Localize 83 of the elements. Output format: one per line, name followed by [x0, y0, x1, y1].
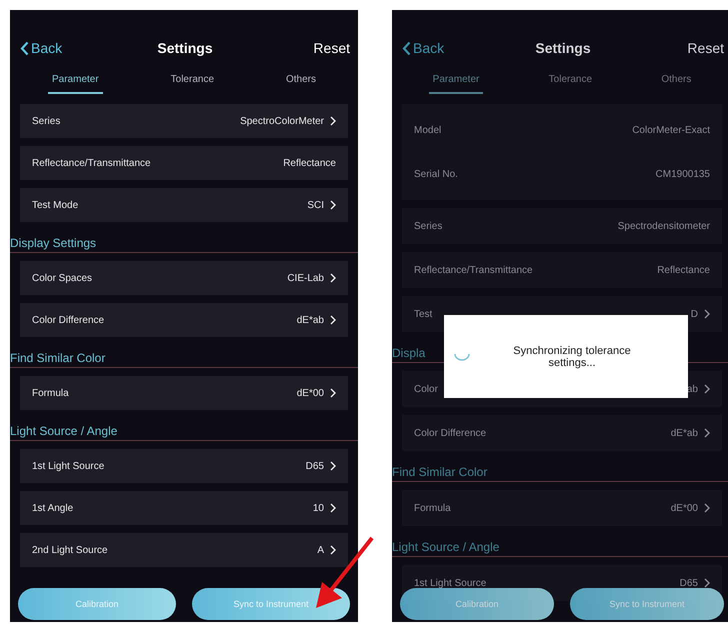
row-label: Test Mode [32, 200, 78, 210]
tab[interactable]: Others [282, 72, 320, 94]
settings-row[interactable]: Reflectance/Transmittance Reflectance [20, 146, 348, 180]
row-label: 1st Light Source [414, 578, 486, 588]
row-label: Formula [32, 388, 69, 398]
settings-row[interactable]: Color Spaces CIE-Lab [20, 261, 348, 295]
back-chevron-icon [402, 40, 411, 56]
section-heading: Find Similar Color [10, 345, 358, 368]
settings-row[interactable]: 1st Light Source D65 [20, 449, 348, 483]
row-value: Spectrodensitometer [618, 220, 710, 232]
row-label: 1st Light Source [32, 460, 104, 472]
row-label: Color Spaces [32, 272, 92, 284]
dialog-message: Synchronizing tolerance settings... [512, 344, 632, 368]
row-value: A [317, 544, 324, 556]
chevron-icon [330, 503, 336, 513]
back-chevron-icon [20, 40, 29, 56]
row-value: SpectroColorMeter [240, 116, 324, 126]
section-heading: Light Source / Angle [392, 534, 728, 557]
settings-row[interactable]: Series SpectroColorMeter [20, 104, 348, 138]
tab[interactable]: Parameter [428, 72, 484, 94]
section-heading: Display Settings [10, 230, 358, 253]
settings-row[interactable]: Formula dE*00 [402, 490, 722, 526]
settings-row[interactable]: 2nd Light Source A [20, 533, 348, 567]
tab[interactable]: Parameter [48, 72, 103, 94]
row-label: Reflectance/Transmittance [32, 158, 151, 168]
chevron-icon [704, 428, 710, 438]
row-label: Model [414, 124, 442, 136]
section-heading: Find Similar Color [392, 459, 728, 482]
row-value: Reflectance [283, 158, 336, 168]
chevron-icon [704, 503, 710, 513]
row-label: Color Difference [32, 314, 104, 326]
row-value: CIE-Lab [287, 272, 324, 284]
row-label: Reflectance/Transmittance [414, 264, 533, 276]
row-value: D65 [680, 578, 698, 588]
tab[interactable]: Tolerance [544, 72, 596, 94]
chevron-icon [704, 578, 710, 588]
row-label: Color Difference [414, 428, 486, 438]
chevron-icon [330, 315, 336, 325]
row-value: ab [686, 384, 698, 394]
reset-button[interactable]: Reset [313, 40, 350, 56]
back-button[interactable]: Back [20, 40, 62, 56]
row-label: Formula [414, 502, 451, 514]
row-value: D [690, 308, 698, 320]
row-value: D65 [306, 460, 324, 472]
row-label: Color [414, 384, 438, 394]
chevron-icon [330, 461, 336, 471]
chevron-icon [330, 116, 336, 126]
row-label: Series [32, 116, 60, 126]
section-heading: Light Source / Angle [10, 418, 358, 441]
settings-row[interactable]: Reflectance/Transmittance Reflectance [402, 252, 722, 288]
chevron-icon [330, 200, 336, 210]
row-label: 2nd Light Source [32, 544, 108, 556]
row-value: dE*00 [296, 388, 324, 398]
row-value: dE*ab [296, 314, 324, 326]
chevron-icon [704, 309, 710, 319]
screen-title: Settings [535, 40, 591, 56]
row-value: CM1900135 [656, 168, 710, 180]
row-value: Reflectance [657, 264, 710, 276]
row-label: 1st Angle [32, 502, 74, 514]
row-value: dE*ab [670, 428, 698, 438]
tab[interactable]: Tolerance [166, 72, 218, 94]
settings-row[interactable]: Color Difference dE*ab [402, 415, 722, 451]
chevron-icon [330, 388, 336, 398]
spinner-icon [454, 352, 470, 360]
settings-row[interactable]: Formula dE*00 [20, 376, 348, 410]
chevron-icon [330, 273, 336, 283]
row-label: Test [414, 308, 432, 320]
chevron-icon [704, 384, 710, 394]
row-value: SCI [307, 200, 324, 210]
back-button[interactable]: Back [402, 40, 444, 56]
settings-row[interactable]: 1st Angle 10 [20, 491, 348, 525]
chevron-icon [330, 545, 336, 555]
reset-button[interactable]: Reset [687, 40, 724, 56]
settings-row[interactable]: Color Difference dE*ab [20, 303, 348, 337]
row-value: dE*00 [670, 502, 698, 514]
screen-title: Settings [157, 40, 213, 56]
row-value: 10 [312, 502, 324, 514]
row-label: Series [414, 220, 442, 232]
settings-row[interactable]: Series Spectrodensitometer [402, 208, 722, 244]
settings-row[interactable]: Test Mode SCI [20, 188, 348, 222]
row-label: Serial No. [414, 168, 458, 180]
row-value: ColorMeter-Exact [632, 124, 710, 136]
tab[interactable]: Others [657, 72, 696, 94]
